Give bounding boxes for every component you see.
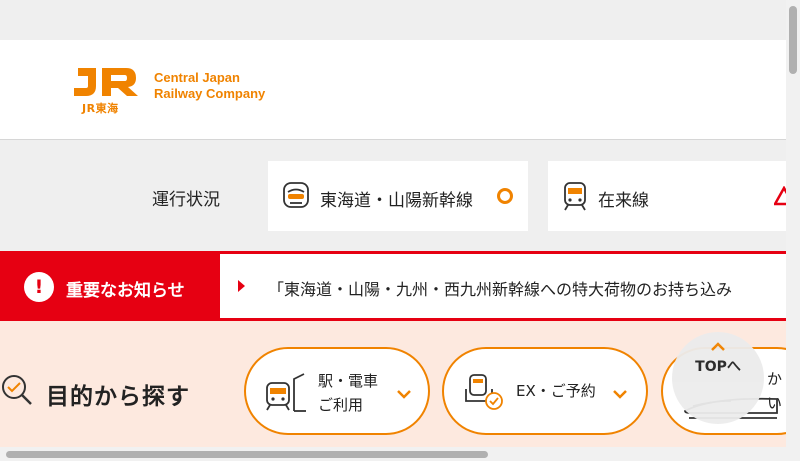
status-card-shinkansen-label: 東海道・山陽新幹線 xyxy=(320,191,473,211)
status-card-conventional-label: 在来線 xyxy=(598,191,649,211)
train-platform-icon xyxy=(264,371,308,417)
notice-link[interactable]: 「東海道・山陽・九州・西九州新幹線への特大荷物のお持ち込み xyxy=(268,276,732,300)
back-to-top-label: TOPへ xyxy=(695,359,741,375)
train-icon xyxy=(562,181,588,215)
seat-check-icon xyxy=(464,371,506,415)
company-name: Central Japan Railway Company xyxy=(154,70,265,102)
exclamation-icon: ! xyxy=(24,272,54,302)
station-train-label: 駅・電車 ご利用 xyxy=(318,369,378,417)
chevron-down-icon xyxy=(612,385,628,404)
logo-subtext: JR東海 xyxy=(82,102,119,115)
jr-central-logo[interactable]: JR東海 Central Japan Railway Company xyxy=(70,62,280,122)
horizontal-scrollbar[interactable] xyxy=(0,447,800,461)
search-icon xyxy=(0,373,34,411)
jr-logo-mark-icon xyxy=(74,68,138,96)
vertical-scrollbar[interactable] xyxy=(786,0,800,447)
status-card-shinkansen[interactable]: 東海道・山陽新幹線 xyxy=(268,161,528,231)
shinkansen-icon xyxy=(282,181,310,215)
status-label: 運行状況 xyxy=(152,190,220,210)
page: JR東海 Central Japan Railway Company 運行状況 … xyxy=(0,0,800,461)
company-name-line1: Central Japan xyxy=(154,70,240,85)
vertical-scroll-thumb[interactable] xyxy=(789,6,797,74)
ex-reservation-label: EX・ご予約 xyxy=(516,382,596,400)
station-train-label-line1: 駅・電車 xyxy=(318,372,379,390)
station-train-label-line2: ご利用 xyxy=(318,396,364,414)
search-by-purpose: 目的から探す 駅・電車 ご利用 EX・ご予約 か い xyxy=(0,321,786,447)
station-train-button[interactable]: 駅・電車 ご利用 xyxy=(244,347,430,435)
top-band xyxy=(0,0,786,40)
operation-status: 運行状況 東海道・山陽新幹線 在来線 xyxy=(0,141,796,251)
notice-title: 重要なお知らせ xyxy=(66,281,185,301)
status-normal-icon xyxy=(497,188,513,204)
site-header: JR東海 Central Japan Railway Company xyxy=(0,40,786,140)
purpose-title: 目的から探す xyxy=(46,384,190,410)
notice-header: ! 重要なお知らせ xyxy=(0,254,220,318)
chevron-up-icon xyxy=(710,338,726,357)
horizontal-scroll-thumb[interactable] xyxy=(6,451,488,458)
chevron-down-icon xyxy=(396,385,412,404)
back-to-top-button[interactable]: TOPへ xyxy=(672,332,764,424)
important-notice-bar: ! 重要なお知らせ 「東海道・山陽・九州・西九州新幹線への特大荷物のお持ち込み xyxy=(0,251,786,321)
triangle-right-icon xyxy=(238,280,245,292)
status-card-conventional[interactable]: 在来線 xyxy=(548,161,796,231)
third-purpose-label-line1: か xyxy=(767,370,783,388)
ex-reservation-button[interactable]: EX・ご予約 xyxy=(442,347,648,435)
company-name-line2: Railway Company xyxy=(154,86,266,101)
